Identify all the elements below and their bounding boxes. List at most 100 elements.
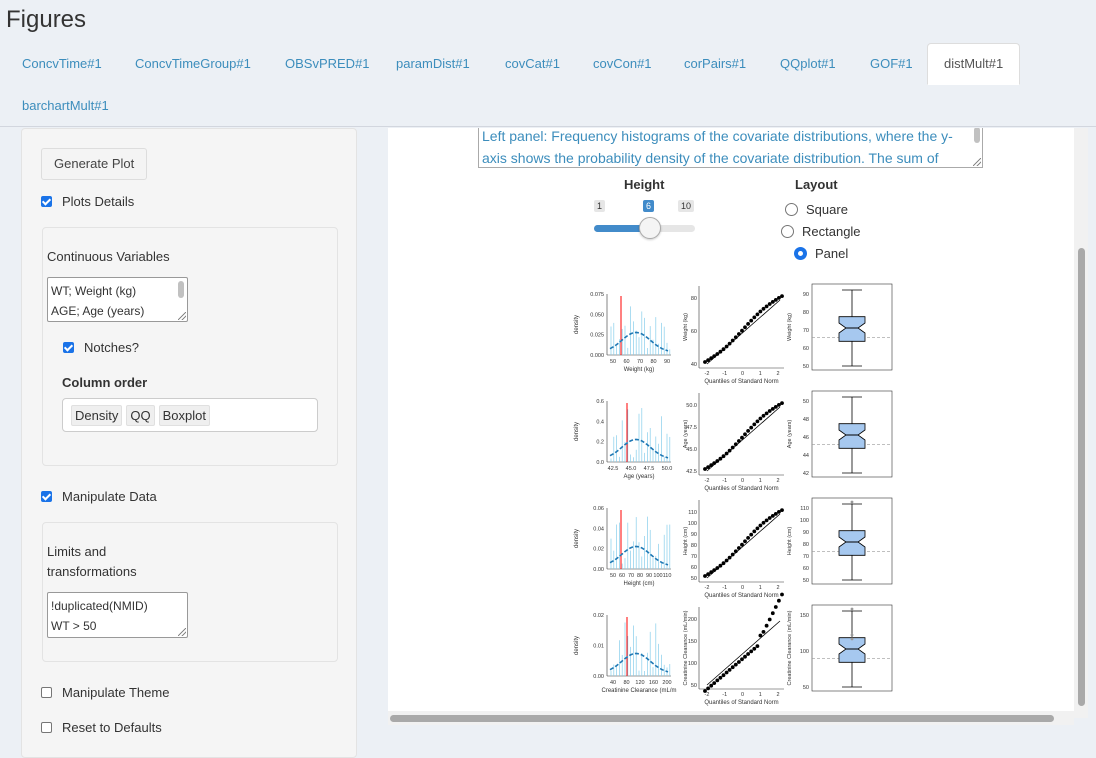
qq-axis-label: Weight (kg): [683, 313, 689, 341]
qq-point: [730, 445, 735, 450]
column-order-item[interactable]: Boxplot: [158, 404, 210, 426]
tab-barchartmult[interactable]: barchartMult#1: [6, 85, 125, 126]
tab-corpairs[interactable]: corPairs#1: [668, 43, 762, 84]
density-x-tick: 40: [610, 680, 616, 686]
column-order-item[interactable]: Density: [71, 404, 123, 426]
density-x-tick: 100: [653, 573, 662, 579]
box-outlier: [850, 500, 854, 504]
qq-point: [743, 432, 747, 437]
qq-x-tick: -2: [705, 585, 710, 591]
page-title: Figures: [6, 6, 87, 33]
manipulate-theme-checkbox[interactable]: Manipulate Theme: [41, 685, 169, 700]
qq-point: [740, 542, 744, 547]
radio-selected-icon: [794, 247, 807, 260]
checkbox-checked-icon: [63, 342, 74, 353]
qq-point: [764, 518, 769, 523]
box-outlier: [850, 637, 854, 641]
density-y-tick: 0.0: [596, 460, 604, 466]
column-order-item[interactable]: QQ: [126, 404, 155, 426]
qq-x-tick: 0: [741, 692, 744, 698]
description-textarea[interactable]: Left panel: Frequency histograms of the …: [478, 128, 983, 168]
qq-point: [749, 649, 754, 654]
generate-plot-button[interactable]: Generate Plot: [41, 148, 148, 180]
qq-x-tick: -2: [705, 692, 710, 698]
tab-gof[interactable]: GOF#1: [854, 43, 929, 84]
resize-handle-icon[interactable]: [178, 312, 186, 320]
qq-y-tick: 42.5: [686, 469, 697, 475]
qq-point: [761, 413, 766, 418]
manipulate-theme-label: Manipulate Theme: [62, 685, 170, 700]
reset-defaults-checkbox[interactable]: Reset to Defaults: [41, 720, 162, 735]
density-y-tick: 0.02: [593, 613, 604, 619]
notches-checkbox[interactable]: Notches?: [63, 340, 139, 355]
layout-option-label: Panel: [815, 246, 849, 261]
resize-handle-icon[interactable]: [973, 158, 981, 166]
qq-point: [749, 425, 754, 430]
manipulate-data-panel: Limits and transformations !duplicated(N…: [42, 522, 338, 662]
qq-axis-label: Age (years): [683, 420, 689, 449]
main-horizontal-scroll-thumb[interactable]: [390, 715, 1054, 722]
qq-point: [758, 633, 763, 638]
qq-point: [733, 662, 738, 667]
page-vertical-scroll-thumb[interactable]: [1078, 248, 1085, 706]
qq-point: [715, 459, 720, 463]
density-x-tick: 90: [646, 573, 652, 579]
qq-point: [724, 451, 729, 456]
tab-paramdist[interactable]: paramDist#1: [380, 43, 486, 84]
qq-x-tick: 2: [776, 371, 779, 377]
qq-point: [749, 318, 754, 323]
density-x-tick: 45.0: [626, 466, 637, 472]
height-min-label: 1: [594, 200, 606, 212]
qq-y-tick: 70: [691, 554, 697, 560]
page-vertical-scrollbar[interactable]: [1074, 128, 1088, 718]
plots-details-checkbox[interactable]: Plots Details: [41, 194, 134, 209]
qq-point: [770, 611, 775, 616]
tab-concvtimegroup[interactable]: ConcvTimeGroup#1: [119, 43, 267, 84]
qq-point: [743, 654, 747, 659]
qq-axis-label: Height (cm): [683, 527, 689, 556]
height-label: Height: [624, 177, 665, 192]
tab-concvtime[interactable]: ConcvTime#1: [6, 43, 118, 84]
layout-option-rectangle[interactable]: Rectangle: [781, 224, 861, 239]
qq-point: [755, 644, 760, 648]
qq-point: [761, 630, 766, 634]
layout-option-panel[interactable]: Panel: [794, 246, 848, 261]
tab-qqplot[interactable]: QQplot#1: [764, 43, 852, 84]
density-y-tick: 0.025: [590, 333, 604, 339]
limits-textarea[interactable]: !duplicated(NMID) WT > 50: [47, 592, 188, 638]
limits-line: !duplicated(NMID): [51, 599, 148, 613]
manipulate-data-checkbox[interactable]: Manipulate Data: [41, 489, 157, 504]
continuous-variables-textarea[interactable]: WT; Weight (kg) AGE; Age (years): [47, 277, 188, 322]
main-horizontal-scrollbar[interactable]: [388, 711, 1074, 725]
height-slider-handle[interactable]: [639, 217, 661, 239]
limits-line: WT > 50: [51, 619, 97, 633]
description-scrollbar[interactable]: [974, 128, 980, 143]
layout-option-label: Rectangle: [802, 224, 861, 239]
qq-point: [727, 448, 732, 453]
qq-point: [780, 294, 784, 298]
continuous-variable-line: WT; Weight (kg): [51, 284, 137, 298]
textarea-scrollbar[interactable]: [178, 281, 184, 298]
qq-x-label: Quantiles of Standard Norm: [704, 593, 778, 599]
qq-y-tick: 45.0: [686, 447, 697, 453]
qq-point: [752, 422, 757, 427]
tab-distmult[interactable]: distMult#1: [927, 43, 1021, 85]
qq-x-tick: 2: [776, 692, 779, 698]
qq-x-tick: 1: [759, 585, 762, 591]
qq-point: [727, 555, 732, 560]
qq-point: [767, 409, 772, 413]
layout-option-square[interactable]: Square: [785, 202, 848, 217]
density-x-tick: 90: [664, 359, 670, 365]
qq-y-tick: 100: [688, 521, 697, 527]
qq-point: [761, 520, 766, 525]
tab-covcon[interactable]: covCon#1: [577, 43, 668, 84]
density-x-tick: 110: [663, 573, 672, 579]
qq-y-tick: 80: [691, 296, 697, 302]
qq-point: [743, 325, 747, 330]
qq-point: [764, 304, 769, 309]
column-order-select[interactable]: Density QQ Boxplot: [62, 398, 318, 432]
resize-handle-icon[interactable]: [178, 628, 186, 636]
tab-covcat[interactable]: covCat#1: [489, 43, 576, 84]
main-panel: Left panel: Frequency histograms of the …: [388, 128, 1078, 718]
tab-obsvpred[interactable]: OBSvPRED#1: [269, 43, 386, 84]
